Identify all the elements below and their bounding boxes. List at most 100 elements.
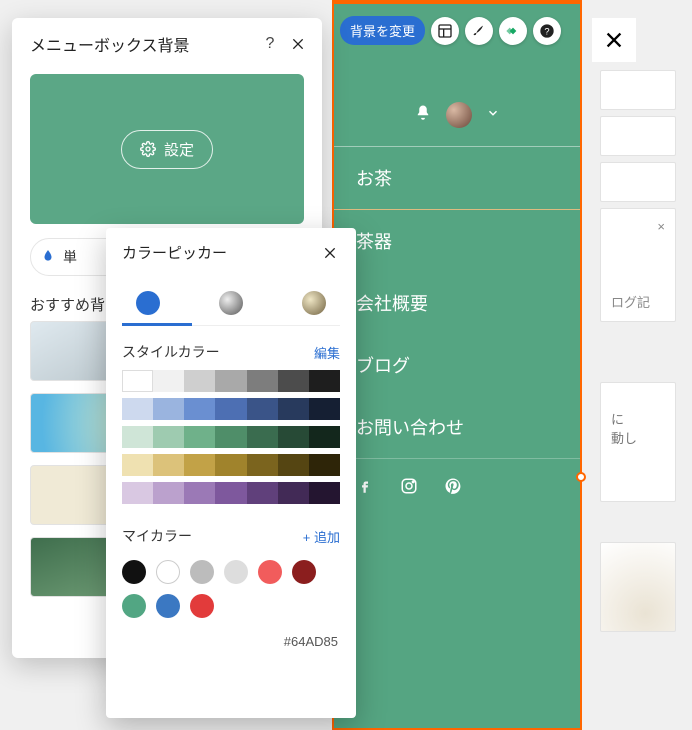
color-picker-panel: カラーピッカー スタイルカラー 編集 マイカラー + 追加 #64AD85 xyxy=(106,228,356,718)
my-colors-title: マイカラー xyxy=(122,526,192,546)
menu-item-ocha[interactable]: お茶 xyxy=(334,147,580,210)
my-color-swatch[interactable] xyxy=(292,560,316,584)
ghost-text: に xyxy=(611,409,665,428)
color-picker-tabs xyxy=(122,273,340,326)
color-swatch[interactable] xyxy=(247,398,278,420)
bell-icon[interactable] xyxy=(414,104,432,127)
panel-header: メニューボックス背景 ? xyxy=(12,18,322,66)
social-icons xyxy=(334,459,580,518)
color-swatch[interactable] xyxy=(122,398,153,420)
color-swatch[interactable] xyxy=(247,426,278,448)
tab-underline xyxy=(122,323,192,326)
gear-icon xyxy=(140,141,156,157)
color-swatch[interactable] xyxy=(215,398,246,420)
color-swatch[interactable] xyxy=(247,454,278,476)
my-color-swatch[interactable] xyxy=(224,560,248,584)
close-mobile-menu-button[interactable] xyxy=(592,18,636,62)
menu-item-company[interactable]: 会社概要 xyxy=(334,272,580,334)
swatch-row xyxy=(122,398,340,420)
swatch-row xyxy=(122,454,340,476)
close-color-picker-button[interactable] xyxy=(320,243,340,263)
ghost-close[interactable]: × xyxy=(657,219,665,234)
color-swatch[interactable] xyxy=(184,482,215,504)
color-swatch[interactable] xyxy=(278,370,309,392)
ghost-card xyxy=(600,70,676,110)
tab-solid[interactable] xyxy=(136,291,160,315)
color-swatch[interactable] xyxy=(309,454,340,476)
layout-icon[interactable] xyxy=(431,17,459,45)
my-color-swatch[interactable] xyxy=(122,560,146,584)
color-swatch[interactable] xyxy=(184,426,215,448)
avatar[interactable] xyxy=(446,102,472,128)
color-swatch[interactable] xyxy=(215,482,246,504)
my-color-swatch[interactable] xyxy=(190,560,214,584)
color-swatch[interactable] xyxy=(215,454,246,476)
chevron-down-icon[interactable] xyxy=(486,106,500,125)
ghost-tag: ログ記 xyxy=(611,292,650,311)
instagram-icon[interactable] xyxy=(400,477,418,500)
background-ghost-column: × ログ記 に 動し xyxy=(584,0,692,730)
color-swatch[interactable] xyxy=(184,370,215,392)
my-color-swatch[interactable] xyxy=(190,594,214,618)
color-swatch[interactable] xyxy=(153,454,184,476)
ghost-card xyxy=(600,542,676,632)
my-color-swatch[interactable] xyxy=(122,594,146,618)
color-swatch[interactable] xyxy=(153,426,184,448)
mobile-menu-body: お茶 茶器 会社概要 ブログ お問い合わせ xyxy=(334,72,580,728)
help-icon[interactable]: ? xyxy=(533,17,561,45)
style-colors-grid xyxy=(122,370,340,504)
mobile-preview-frame: モバイルメニューボックス 背景を変更 ? お茶 茶器 xyxy=(332,0,582,730)
color-swatch[interactable] xyxy=(122,426,153,448)
color-swatch[interactable] xyxy=(184,454,215,476)
color-swatch[interactable] xyxy=(153,370,184,392)
ghost-text: 動し xyxy=(611,428,665,447)
color-swatch[interactable] xyxy=(309,482,340,504)
my-colors-header: マイカラー + 追加 xyxy=(122,510,340,554)
color-swatch[interactable] xyxy=(278,398,309,420)
my-color-swatch[interactable] xyxy=(258,560,282,584)
design-brush-icon[interactable] xyxy=(465,17,493,45)
color-swatch[interactable] xyxy=(122,482,153,504)
drop-icon xyxy=(41,249,55,266)
color-swatch[interactable] xyxy=(247,482,278,504)
color-swatch[interactable] xyxy=(215,370,246,392)
resize-handle[interactable] xyxy=(576,472,586,482)
swatch-row xyxy=(122,482,340,504)
color-swatch[interactable] xyxy=(278,482,309,504)
color-swatch[interactable] xyxy=(309,370,340,392)
svg-text:?: ? xyxy=(544,26,549,36)
solid-color-label: 単 xyxy=(63,247,77,267)
tab-gradient-warm[interactable] xyxy=(302,291,326,315)
menu-item-blog[interactable]: ブログ xyxy=(334,334,580,396)
my-color-swatch[interactable] xyxy=(156,560,180,584)
style-colors-title: スタイルカラー xyxy=(122,342,220,362)
my-color-swatch[interactable] xyxy=(156,594,180,618)
facebook-icon[interactable] xyxy=(356,477,374,500)
color-swatch[interactable] xyxy=(278,426,309,448)
color-swatch[interactable] xyxy=(122,370,153,392)
help-button[interactable]: ? xyxy=(260,34,280,54)
color-swatch[interactable] xyxy=(215,426,246,448)
add-my-color[interactable]: + 追加 xyxy=(303,527,340,546)
color-swatch[interactable] xyxy=(309,398,340,420)
style-colors-header: スタイルカラー 編集 xyxy=(122,326,340,370)
color-swatch[interactable] xyxy=(122,454,153,476)
color-swatch[interactable] xyxy=(247,370,278,392)
edit-style-colors[interactable]: 編集 xyxy=(314,343,340,362)
settings-button[interactable]: 設定 xyxy=(121,130,213,169)
change-background-button[interactable]: 背景を変更 xyxy=(340,16,425,45)
tab-gradient-gray[interactable] xyxy=(219,291,243,315)
menu-item-contact[interactable]: お問い合わせ xyxy=(334,396,580,458)
color-swatch[interactable] xyxy=(153,482,184,504)
hex-value: #64AD85 xyxy=(122,624,340,653)
color-swatch[interactable] xyxy=(278,454,309,476)
pinterest-icon[interactable] xyxy=(444,477,462,500)
color-swatch[interactable] xyxy=(153,398,184,420)
animation-icon[interactable] xyxy=(499,17,527,45)
close-panel-button[interactable] xyxy=(288,34,308,54)
color-swatch[interactable] xyxy=(309,426,340,448)
settings-label: 設定 xyxy=(164,139,194,160)
ghost-card: に 動し xyxy=(600,382,676,502)
menu-item-chaki[interactable]: 茶器 xyxy=(334,210,580,272)
color-swatch[interactable] xyxy=(184,398,215,420)
